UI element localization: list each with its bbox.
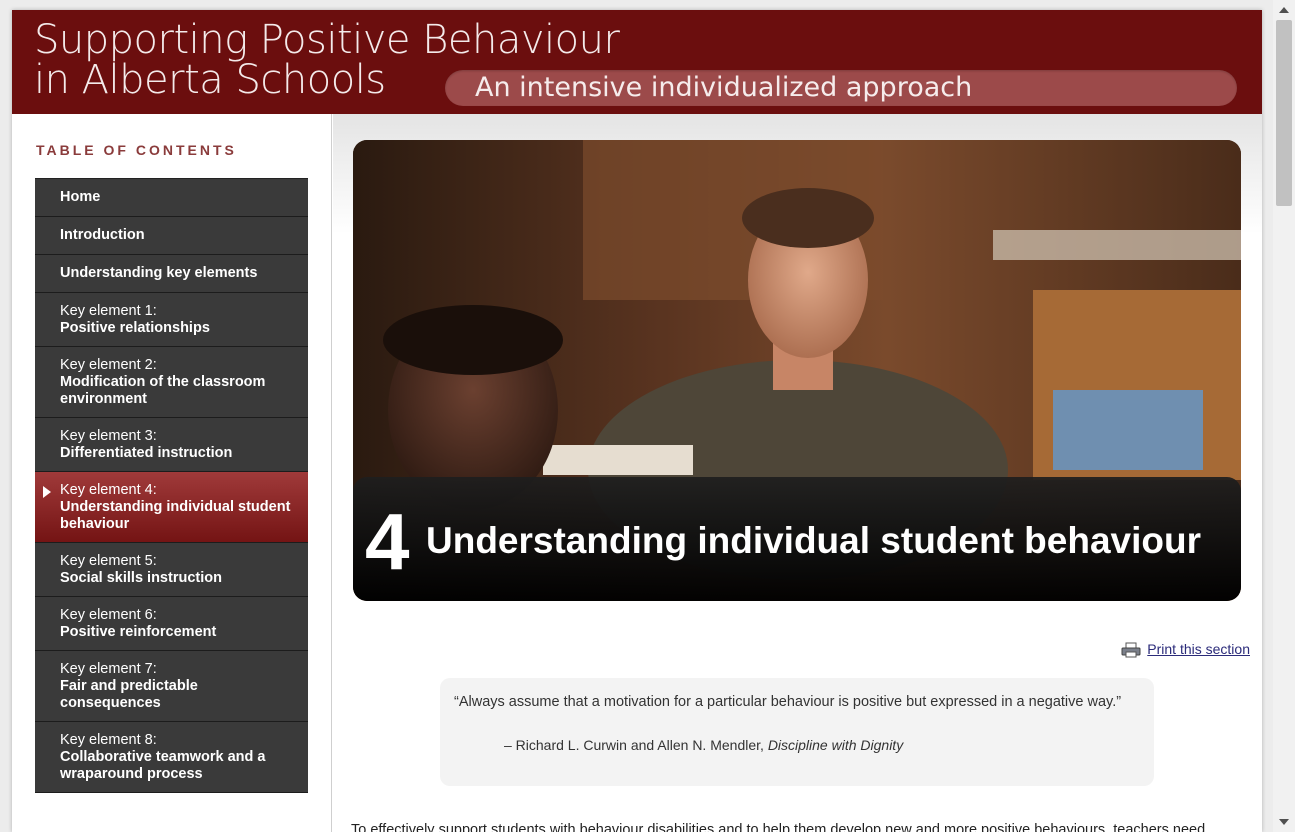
section-number: 4 [365,497,409,586]
hero-photo-book [543,445,693,475]
toc-item-kicker: Key element 2: [60,357,157,373]
toc-item-key-element-4[interactable]: Key element 4: Understanding individual s… [35,472,308,543]
quote-text: “Always assume that a motivation for a p… [454,694,1122,710]
toc-item-kicker: Key element 7: [60,661,157,677]
print-section: Print this section [1121,641,1250,658]
toc-title: TABLE OF CONTENTS [36,142,237,158]
toc-item-label: Collaborative teamwork and a wraparound … [60,749,266,782]
toc-item-kicker: Key element 6: [60,607,157,623]
site-header: Supporting Positive Behaviour in Alberta… [12,10,1262,114]
main-content: 4 Understanding individual student behav… [333,114,1262,832]
toc-item-label: Understanding key elements [60,265,258,281]
toc-item-kicker: Key element 1: [60,303,157,319]
toc-item-key-element-3[interactable]: Key element 3: Differentiated instruction [35,418,308,472]
hero-photo-hair-foreground [383,305,563,375]
toc-item-key-element-1[interactable]: Key element 1: Positive relationships [35,293,308,347]
hero-photo-jeans [1053,390,1203,470]
hero-caption: 4 Understanding individual student behav… [353,477,1241,601]
scroll-thumb[interactable] [1276,20,1292,206]
toc-item-label: Home [60,189,101,205]
toc-item-kicker: Key element 3: [60,428,157,444]
hero-banner: 4 Understanding individual student behav… [353,140,1241,601]
toc-item-home[interactable]: Home [35,179,308,217]
toc-item-label: Positive relationships [60,320,210,336]
toc-item-key-element-5[interactable]: Key element 5: Social skills instruction [35,543,308,597]
toc-item-label: Differentiated instruction [60,445,233,461]
hero-photo-shelf [993,230,1241,260]
printer-icon[interactable] [1121,642,1141,658]
scroll-up-arrow-icon[interactable] [1273,2,1295,18]
scroll-down-arrow-icon[interactable] [1273,814,1295,830]
toc-item-label: Modification of the classroom environmen… [60,374,266,407]
toc-item-understanding-key-elements[interactable]: Understanding key elements [35,255,308,293]
vertical-scrollbar[interactable] [1273,0,1295,832]
current-item-arrow-icon [43,486,51,498]
toc-item-kicker: Key element 4: [60,482,157,498]
body-paragraph: To effectively support students with beh… [351,822,1206,832]
toc-item-label: Fair and predictable consequences [60,678,198,711]
quote-box: “Always assume that a motivation for a p… [440,678,1154,786]
toc-item-key-element-8[interactable]: Key element 8: Collaborative teamwork and… [35,722,308,793]
toc-item-label: Introduction [60,227,145,243]
toc-item-kicker: Key element 8: [60,732,157,748]
toc-item-key-element-2[interactable]: Key element 2: Modification of the classr… [35,347,308,418]
toc-item-label: Positive reinforcement [60,624,217,640]
section-title: Understanding individual student behavio… [426,520,1201,561]
toc-list: Home Introduction Understanding key elem… [35,178,308,793]
sidebar: TABLE OF CONTENTS Home Introduction Unde… [12,114,332,832]
site-title-line1: Supporting Positive Behaviour [34,17,620,63]
toc-item-key-element-6[interactable]: Key element 6: Positive reinforcement [35,597,308,651]
toc-item-introduction[interactable]: Introduction [35,217,308,255]
toc-item-key-element-7[interactable]: Key element 7: Fair and predictable conse… [35,651,308,722]
quote-attribution: – Richard L. Curwin and Allen N. Mendler… [454,735,1140,756]
tagline: An intensive individualized approach [445,70,1237,106]
quote-source: Discipline with Dignity [767,737,904,753]
toc-item-label: Social skills instruction [60,570,222,586]
hero-photo-hair-student [742,188,874,248]
print-section-link[interactable]: Print this section [1147,641,1250,657]
toc-item-label: Understanding individual student behavio… [60,499,291,532]
toc-item-kicker: Key element 5: [60,553,157,569]
quote-author: – Richard L. Curwin and Allen N. Mendler… [504,737,768,753]
page: Supporting Positive Behaviour in Alberta… [12,10,1262,832]
